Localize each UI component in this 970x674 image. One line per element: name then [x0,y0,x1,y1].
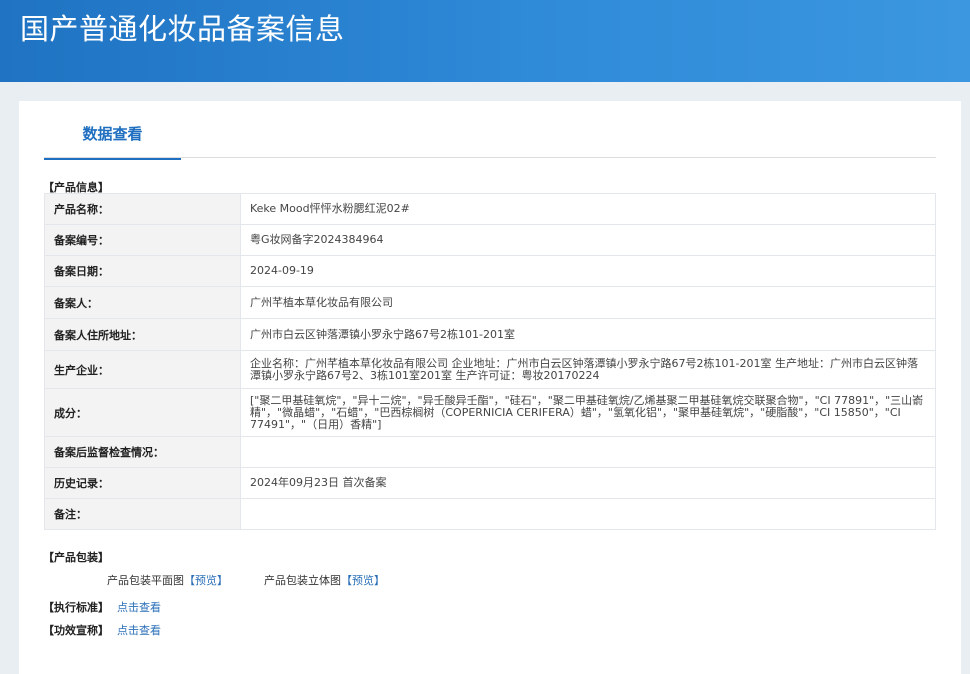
packaging-label: 产品包装立体图 [264,574,341,587]
row-key: 产品名称： [44,193,241,225]
standard-view-link[interactable]: 点击查看 [117,601,161,614]
preview-link-flat[interactable]: 【预览】 [184,574,228,587]
row-key: 备案编号： [44,224,241,256]
row-key: 备案后监督检查情况： [44,436,241,468]
table-row: 历史记录： 2024年09月23日 首次备案 [44,467,936,499]
table-row: 产品名称： Keke Mood怦怦水粉腮红泥02# [44,193,936,225]
row-key: 历史记录： [44,467,241,499]
row-key: 备注： [44,498,241,530]
page-title: 国产普通化妆品备案信息 [20,12,345,46]
product-info-table: 产品名称： Keke Mood怦怦水粉腮红泥02# 备案编号： 粤G妆网备字20… [44,193,936,530]
row-key: 成分： [44,388,241,437]
standard-row: 【执行标准】 点击查看 [43,599,161,615]
table-row: 成分： ["聚二甲基硅氧烷"，"异十二烷"，"异壬酸异壬酯"，"硅石"，"聚二甲… [44,388,936,437]
row-key: 备案人： [44,286,241,319]
packaging-title: 【产品包装】 [43,551,109,564]
table-row: 备注： [44,498,936,530]
tab-data-view[interactable]: 数据查看 [44,121,181,160]
row-key: 生产企业： [44,350,241,389]
table-row: 备案日期： 2024-09-19 [44,255,936,287]
packaging-item-flat: 产品包装平面图【预览】 [107,572,228,588]
efficacy-view-link[interactable]: 点击查看 [117,624,161,637]
packaging-label: 产品包装平面图 [107,574,184,587]
table-row: 备案人住所地址： 广州市白云区钟落潭镇小罗永宁路67号2栋101-201室 [44,318,936,351]
row-value [240,498,936,530]
standard-label: 【执行标准】 [43,601,109,614]
content-panel: 数据查看 【产品信息】 产品名称： Keke Mood怦怦水粉腮红泥02# 备案… [19,101,961,674]
packaging-item-3d: 产品包装立体图【预览】 [264,572,385,588]
row-key: 备案人住所地址： [44,318,241,351]
row-key: 备案日期： [44,255,241,287]
table-row: 备案后监督检查情况： [44,436,936,468]
efficacy-label: 【功效宣称】 [43,624,109,637]
row-value: Keke Mood怦怦水粉腮红泥02# [240,193,936,225]
preview-link-3d[interactable]: 【预览】 [341,574,385,587]
row-value: 2024-09-19 [240,255,936,287]
row-value: 广州市白云区钟落潭镇小罗永宁路67号2栋101-201室 [240,318,936,351]
row-value [240,436,936,468]
row-value: 2024年09月23日 首次备案 [240,467,936,499]
table-row: 备案编号： 粤G妆网备字2024384964 [44,224,936,256]
row-value: 粤G妆网备字2024384964 [240,224,936,256]
table-row: 生产企业： 企业名称：广州芊植本草化妆品有限公司 企业地址：广州市白云区钟落潭镇… [44,350,936,389]
row-value: 广州芊植本草化妆品有限公司 [240,286,936,319]
row-value: 企业名称：广州芊植本草化妆品有限公司 企业地址：广州市白云区钟落潭镇小罗永宁路6… [240,350,936,389]
table-row: 备案人： 广州芊植本草化妆品有限公司 [44,286,936,319]
top-banner: 国产普通化妆品备案信息 [0,0,970,82]
row-value: ["聚二甲基硅氧烷"，"异十二烷"，"异壬酸异壬酯"，"硅石"，"聚二甲基硅氧烷… [240,388,936,437]
efficacy-row: 【功效宣称】 点击查看 [43,622,161,638]
